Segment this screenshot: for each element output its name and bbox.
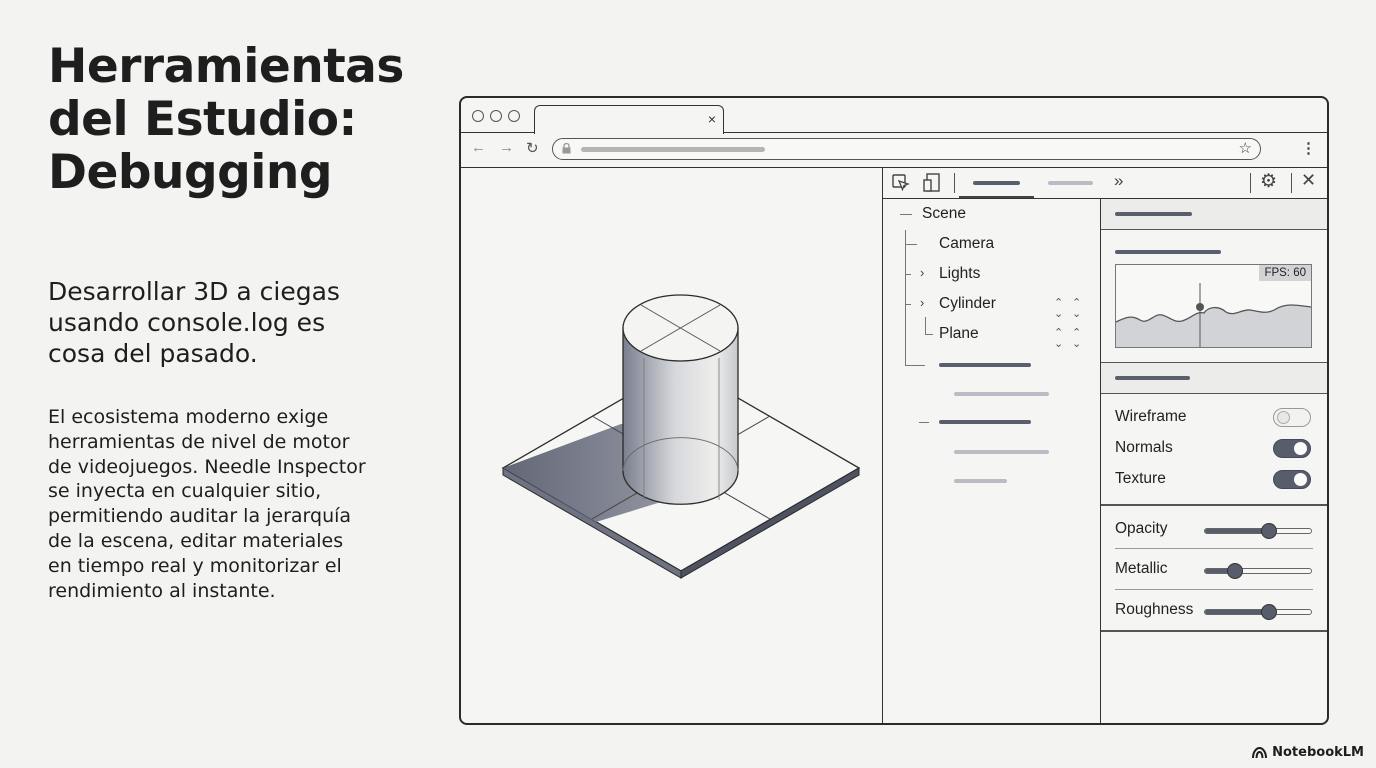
devtools-panel: » ⚙ ✕ Scene Camera › Lights › Cylinder ⌃…	[882, 168, 1327, 723]
stat-placeholder	[1115, 250, 1221, 254]
row-divider	[1115, 548, 1313, 549]
tab-close-icon[interactable]: ×	[708, 111, 716, 127]
kebab-menu-icon[interactable]: ⋮	[1301, 139, 1316, 157]
tab-inactive[interactable]	[1041, 168, 1101, 198]
row-divider	[1115, 589, 1313, 590]
chevron-right-icon[interactable]: ›	[920, 295, 924, 310]
inspector-properties: FPS: 60 Wireframe Normals Texture Opacit…	[1101, 199, 1327, 723]
tree-item-placeholder[interactable]	[954, 479, 1007, 483]
tree-line	[905, 230, 907, 366]
tree-item-placeholder[interactable]	[939, 420, 1031, 424]
slide-body: El ecosistema moderno exige herramientas…	[48, 406, 366, 602]
texture-toggle[interactable]	[1273, 470, 1311, 489]
section-divider	[1101, 504, 1327, 506]
cursor-select-icon[interactable]	[892, 174, 910, 192]
tab-active-indicator[interactable]	[959, 168, 1034, 198]
expand-collapse-icon[interactable]: ⌃ ⌄	[1072, 328, 1081, 350]
section-divider	[1101, 630, 1327, 632]
scene-hierarchy: Scene Camera › Lights › Cylinder ⌃ ⌄ ⌃ ⌄ P…	[883, 199, 1101, 723]
window-minimize-dot[interactable]	[490, 110, 502, 122]
normals-toggle[interactable]	[1273, 439, 1311, 458]
brand-name: NotebookLM	[1272, 745, 1364, 760]
scene-illustration	[501, 294, 861, 579]
browser-tab[interactable]: ×	[534, 105, 724, 134]
toolbar-divider	[1291, 173, 1292, 193]
3d-viewport[interactable]	[461, 168, 882, 723]
tree-item-plane[interactable]: Plane	[939, 325, 979, 343]
close-icon[interactable]: ✕	[1301, 170, 1316, 191]
tree-item-placeholder[interactable]	[954, 450, 1049, 454]
section-header[interactable]	[1101, 362, 1327, 394]
tree-item-placeholder[interactable]	[939, 363, 1031, 367]
browser-window: × ← → ↻ ☆ ⋮ » ⚙ ✕ Scene Camera › Lights …	[459, 96, 1329, 725]
expand-collapse-icon[interactable]: ⌃ ⌄	[1072, 298, 1081, 320]
gear-icon[interactable]: ⚙	[1260, 170, 1277, 193]
toolbar-divider	[954, 173, 955, 193]
chevron-right-icon[interactable]: ›	[920, 265, 924, 280]
tree-item-lights[interactable]: Lights	[939, 265, 980, 283]
opacity-slider[interactable]	[1204, 523, 1312, 539]
notebooklm-icon	[1252, 746, 1268, 758]
address-bar[interactable]: ☆	[552, 138, 1261, 160]
wireframe-label: Wireframe	[1115, 408, 1187, 425]
star-icon[interactable]: ☆	[1239, 139, 1252, 157]
wireframe-toggle[interactable]	[1273, 408, 1311, 427]
tab-strip: ×	[461, 98, 1327, 134]
navigation-bar: ← → ↻ ☆ ⋮	[461, 133, 1327, 168]
expand-collapse-icon[interactable]: ⌃ ⌄	[1054, 328, 1063, 350]
window-close-dot[interactable]	[472, 110, 484, 122]
metallic-slider[interactable]	[1204, 563, 1312, 579]
fps-counter: FPS: 60	[1259, 265, 1311, 281]
toolbar-divider	[1250, 173, 1251, 193]
more-tabs-icon[interactable]: »	[1114, 171, 1123, 191]
back-arrow-icon[interactable]: ←	[471, 139, 486, 156]
opacity-label: Opacity	[1115, 520, 1168, 537]
tree-item-placeholder[interactable]	[954, 392, 1049, 396]
devtools-toolbar: » ⚙ ✕	[883, 168, 1327, 199]
roughness-slider[interactable]	[1204, 604, 1312, 620]
texture-label: Texture	[1115, 470, 1166, 487]
tree-line	[900, 214, 912, 216]
slide-lead: Desarrollar 3D a ciegas usando console.l…	[48, 277, 340, 368]
expand-collapse-icon[interactable]: ⌃ ⌄	[1054, 298, 1063, 320]
slide-title: Herramientas del Estudio: Debugging	[48, 39, 404, 200]
forward-arrow-icon[interactable]: →	[499, 139, 514, 156]
device-toggle-icon[interactable]	[923, 173, 941, 193]
tree-item-scene[interactable]: Scene	[922, 205, 966, 223]
metallic-label: Metallic	[1115, 560, 1168, 577]
section-header[interactable]	[1101, 199, 1327, 230]
url-placeholder	[581, 147, 765, 152]
normals-label: Normals	[1115, 439, 1173, 456]
performance-graph: FPS: 60	[1115, 264, 1312, 348]
brand-logo: NotebookLM	[1252, 745, 1364, 760]
window-maximize-dot[interactable]	[508, 110, 520, 122]
tree-item-cylinder[interactable]: Cylinder	[939, 295, 996, 313]
lock-icon	[562, 143, 571, 154]
roughness-label: Roughness	[1115, 601, 1194, 618]
tree-item-camera[interactable]: Camera	[939, 235, 994, 253]
cylinder-mesh	[622, 294, 739, 505]
reload-icon[interactable]: ↻	[526, 139, 539, 157]
